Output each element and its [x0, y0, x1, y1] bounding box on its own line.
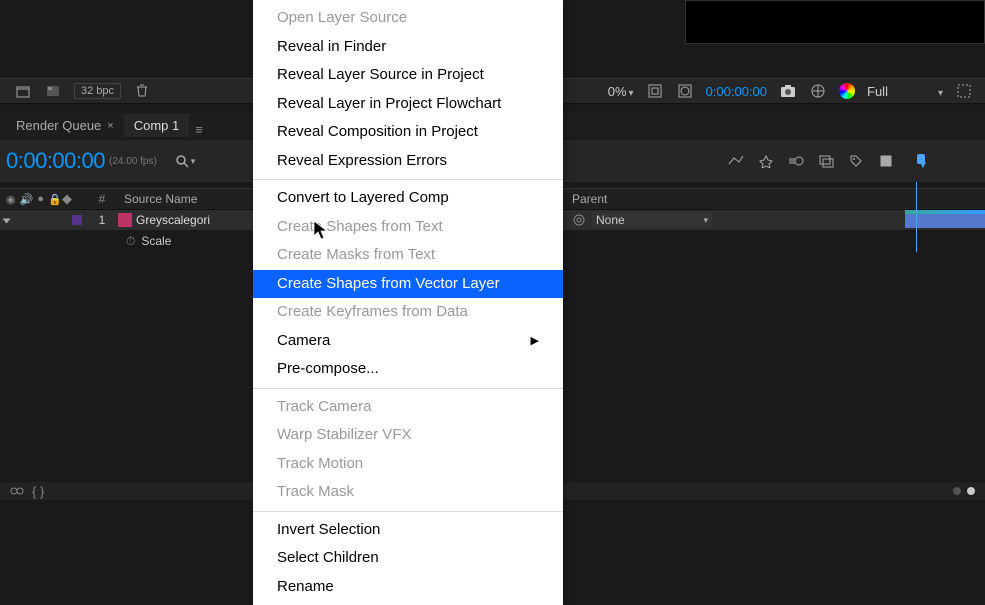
disclosure-triangle-icon[interactable]: [4, 213, 16, 225]
bit-depth[interactable]: 32 bpc: [74, 83, 121, 99]
layer-duration-bar[interactable]: [905, 210, 985, 230]
menu-separator: [253, 388, 563, 389]
menu-warp-stabilizer: Warp Stabilizer VFX: [253, 421, 563, 450]
graph-editor-icon[interactable]: [727, 152, 745, 170]
layer-label-color[interactable]: [72, 215, 82, 225]
label-column-icon[interactable]: ◆: [62, 191, 72, 206]
bin-icon[interactable]: [14, 82, 32, 100]
playhead-line: [916, 182, 917, 252]
resolution-select: Full▾: [867, 84, 943, 99]
layer-context-menu: Open Layer Source Reveal in Finder Revea…: [253, 0, 563, 605]
menu-camera[interactable]: Camera▶: [253, 327, 563, 356]
menu-separator: [253, 179, 563, 180]
tag-icon[interactable]: [847, 152, 865, 170]
chevron-down-icon[interactable]: ▾: [629, 88, 634, 99]
zoom-slider-handle[interactable]: [953, 487, 961, 495]
current-timecode[interactable]: 0:00:00:00: [0, 148, 105, 174]
preview-timecode[interactable]: 0:00:00:00: [706, 84, 767, 99]
stopwatch-icon[interactable]: ⏱: [126, 234, 135, 249]
tab-menu-icon[interactable]: ≡: [195, 122, 203, 137]
close-icon[interactable]: ×: [107, 120, 113, 132]
fps-display: (24.00 fps): [109, 156, 157, 167]
video-column-icon[interactable]: ◉: [6, 193, 16, 206]
grid-icon[interactable]: [646, 82, 664, 100]
menu-create-shapes-text: Create Shapes from Text: [253, 213, 563, 242]
menu-convert-layered-comp[interactable]: Convert to Layered Comp: [253, 184, 563, 213]
color-management-icon[interactable]: [839, 83, 855, 99]
menu-reveal-comp-project[interactable]: Reveal Composition in Project: [253, 118, 563, 147]
snapshot-icon[interactable]: [779, 82, 797, 100]
menu-create-masks-text: Create Masks from Text: [253, 241, 563, 270]
shy-icon[interactable]: [757, 152, 775, 170]
channel-icon[interactable]: [809, 82, 827, 100]
column-parent: Parent: [572, 192, 712, 206]
menu-create-keyframes-data: Create Keyframes from Data: [253, 298, 563, 327]
solo-column-icon[interactable]: ●: [37, 193, 44, 206]
menu-track-mask: Track Mask: [253, 478, 563, 507]
menu-track-motion: Track Motion: [253, 450, 563, 479]
playhead[interactable]: [915, 154, 927, 170]
expand-icon[interactable]: [10, 484, 24, 498]
menu-create-shapes-vector[interactable]: Create Shapes from Vector Layer: [253, 270, 563, 299]
trash-icon[interactable]: [133, 82, 151, 100]
new-comp-icon[interactable]: [44, 82, 62, 100]
chevron-down-icon[interactable]: ▾: [938, 88, 943, 99]
menu-reveal-layer-source[interactable]: Reveal Layer Source in Project: [253, 61, 563, 90]
layer-index: 1: [92, 213, 112, 227]
column-number: #: [92, 192, 112, 206]
menu-rename[interactable]: Rename: [253, 573, 563, 602]
audio-column-icon[interactable]: 🔊: [20, 193, 34, 206]
parent-select[interactable]: None▾: [592, 212, 712, 228]
tab-render-queue[interactable]: Render Queue×: [6, 114, 124, 137]
menu-separator: [253, 511, 563, 512]
submenu-arrow-icon: ▶: [531, 333, 539, 350]
menu-open-layer-source: Open Layer Source: [253, 4, 563, 33]
render-settings-icon[interactable]: [877, 152, 895, 170]
lock-column-icon[interactable]: 🔒: [48, 193, 62, 206]
pickwhip-icon[interactable]: [572, 213, 586, 227]
roi-icon[interactable]: [955, 82, 973, 100]
menu-reveal-layer-flowchart[interactable]: Reveal Layer in Project Flowchart: [253, 90, 563, 119]
mouse-cursor-icon: [314, 221, 330, 241]
menu-reveal-expression-errors[interactable]: Reveal Expression Errors: [253, 147, 563, 176]
menu-track-camera: Track Camera: [253, 393, 563, 422]
menu-select-children[interactable]: Select Children: [253, 544, 563, 573]
mask-icon[interactable]: [676, 82, 694, 100]
search-icon[interactable]: ▾: [175, 154, 196, 168]
layer-type-icon: [118, 213, 132, 227]
menu-reveal-in-finder[interactable]: Reveal in Finder: [253, 33, 563, 62]
chevron-down-icon: ▾: [703, 215, 708, 226]
tab-comp-1[interactable]: Comp 1: [124, 114, 190, 137]
preview-panel: [685, 0, 985, 44]
motion-blur-icon[interactable]: [787, 152, 805, 170]
time-ruler[interactable]: [905, 140, 985, 182]
menu-pre-compose[interactable]: Pre-compose...: [253, 355, 563, 384]
zoom-slider-handle[interactable]: [967, 487, 975, 495]
menu-invert-selection[interactable]: Invert Selection: [253, 516, 563, 545]
zoom-value: 0%▾: [608, 84, 634, 99]
brackets-icon[interactable]: { }: [32, 484, 46, 498]
frame-blend-icon[interactable]: [817, 152, 835, 170]
